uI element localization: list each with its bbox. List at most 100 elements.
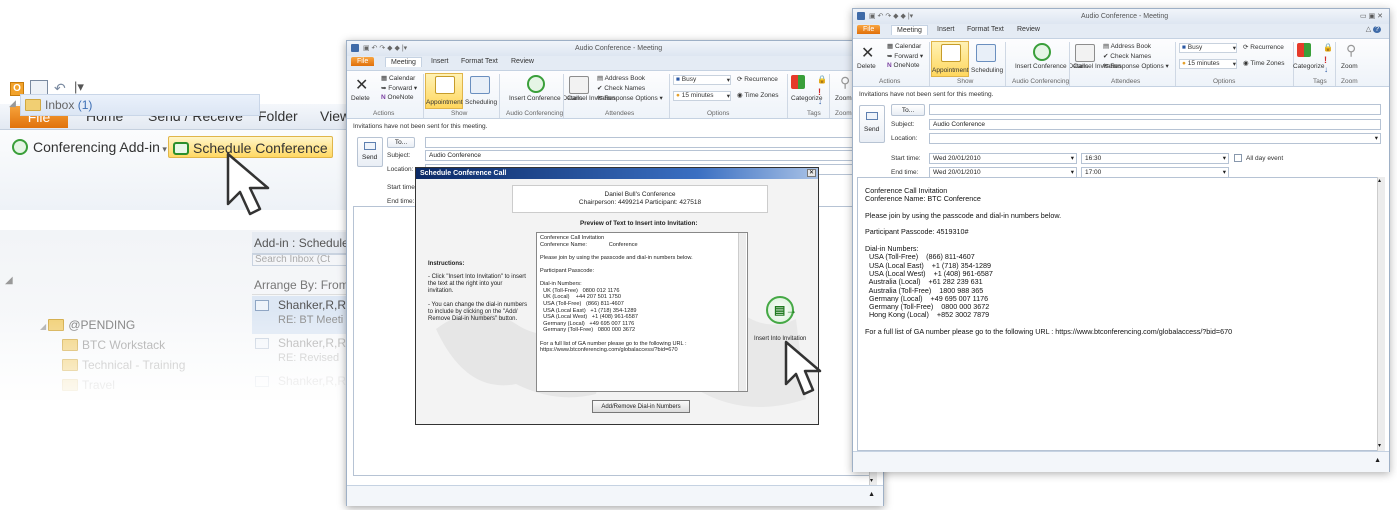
window-controls[interactable]: ▭ ▣ ✕: [1360, 9, 1383, 24]
expand-arrow-icon[interactable]: ◢: [9, 98, 16, 109]
response-options-button[interactable]: ✉ Response Options ▾: [1103, 62, 1169, 70]
preview-scrollbar[interactable]: [738, 233, 746, 391]
low-importance-icon[interactable]: ↓: [1324, 65, 1328, 74]
mail-item[interactable]: Shanker,R,R RE: BT Meeti: [252, 296, 352, 334]
quick-access-icons[interactable]: ▣ ↶ ↷ ◆ ◆ |▾: [869, 9, 913, 24]
mail-item[interactable]: Shanker,R,R RE: Revised: [252, 334, 352, 372]
forward-button[interactable]: ➥ Forward ▾: [381, 84, 417, 92]
time-zones-button[interactable]: ◉ Time Zones: [1243, 59, 1284, 67]
private-icon[interactable]: 🔒: [1323, 43, 1333, 52]
inbox-folder-selected[interactable]: ◢ Inbox (1): [9, 94, 260, 116]
address-book-button[interactable]: ▤ Address Book: [597, 74, 645, 82]
cancel-invitation-icon[interactable]: [569, 76, 589, 94]
high-importance-icon[interactable]: !: [1324, 55, 1327, 65]
to-button[interactable]: To...: [891, 104, 925, 116]
invitation-preview-text[interactable]: Conference Call Invitation Conference Na…: [536, 232, 748, 392]
onenote-button[interactable]: N OneNote: [887, 62, 920, 69]
to-field[interactable]: [425, 137, 875, 148]
reminder-select[interactable]: ● 15 minutes ▾: [1179, 59, 1237, 69]
check-names-button[interactable]: ✔ Check Names: [1103, 52, 1151, 60]
quick-access-icons[interactable]: ▣ ↶ ↷ ◆ ◆ |▾: [363, 41, 407, 56]
add-remove-dialin-button[interactable]: Add/Remove Dial-in Numbers: [592, 400, 690, 413]
cancel-invitation-icon[interactable]: [1075, 44, 1095, 62]
tab-review[interactable]: Review: [1017, 26, 1040, 33]
cancel-invitation-label[interactable]: Cancel Invitation: [567, 95, 615, 102]
scheduling-label[interactable]: Scheduling: [971, 67, 1003, 74]
check-names-button[interactable]: ✔ Check Names: [597, 84, 645, 92]
high-importance-icon[interactable]: !: [818, 87, 821, 97]
body-scrollbar[interactable]: ▴ ▾: [1377, 177, 1385, 451]
expand-people-pane-icon[interactable]: ▲: [868, 491, 875, 498]
time-zones-button[interactable]: ◉ Time Zones: [737, 91, 778, 99]
tab-format-text[interactable]: Format Text: [967, 26, 1004, 33]
folder-travel[interactable]: Travel: [62, 378, 115, 392]
location-field[interactable]: ▾: [929, 133, 1381, 144]
categorize-icon[interactable]: [791, 75, 805, 89]
to-button[interactable]: To...: [387, 137, 415, 148]
tab-file[interactable]: File: [857, 25, 881, 34]
start-time-field[interactable]: 16:30 ▾: [1081, 153, 1229, 164]
zoom-icon[interactable]: ⚲: [1346, 42, 1356, 59]
cancel-invitation-label[interactable]: Cancel Invitation: [1073, 63, 1121, 70]
folder-technical-training[interactable]: Technical - Training: [62, 358, 185, 372]
reminder-select[interactable]: ● 15 minutes ▾: [673, 91, 731, 101]
delete-icon[interactable]: ✕: [861, 43, 874, 63]
folder-btc-workstack[interactable]: BTC Workstack: [62, 338, 165, 352]
collapse-arrow-icon[interactable]: ◢: [5, 275, 13, 286]
tab-meeting[interactable]: Meeting: [385, 57, 422, 67]
scroll-down-icon[interactable]: ▾: [1378, 442, 1381, 449]
scheduling-icon[interactable]: [976, 44, 996, 62]
recurrence-button[interactable]: ⟳ Recurrence: [737, 75, 778, 83]
zoom-label[interactable]: Zoom: [835, 95, 852, 102]
calendar-button[interactable]: ▦ Calendar: [887, 42, 921, 50]
tab-insert[interactable]: Insert: [431, 58, 449, 65]
tab-file[interactable]: File: [351, 57, 375, 66]
tab-format-text[interactable]: Format Text: [461, 58, 498, 65]
private-icon[interactable]: 🔒: [817, 75, 827, 84]
calendar-button[interactable]: ▦ Calendar: [381, 74, 415, 82]
to-field[interactable]: [929, 104, 1381, 115]
address-book-button[interactable]: ▤ Address Book: [1103, 42, 1151, 50]
response-options-button[interactable]: ✉ Response Options ▾: [597, 94, 663, 102]
tab-review[interactable]: Review: [511, 58, 534, 65]
categorize-icon[interactable]: [1297, 43, 1311, 57]
show-as-select[interactable]: ■ Busy ▾: [1179, 43, 1237, 53]
scroll-down-icon[interactable]: ▾: [870, 477, 873, 484]
low-importance-icon[interactable]: ↓: [818, 97, 822, 106]
zoom-label[interactable]: Zoom: [1341, 63, 1358, 70]
delete-label[interactable]: Delete: [857, 63, 876, 70]
customize-qat-icon[interactable]: |▾: [74, 79, 84, 95]
tab-meeting[interactable]: Meeting: [891, 25, 928, 35]
scheduling-icon[interactable]: [470, 76, 490, 94]
tab-insert[interactable]: Insert: [937, 26, 955, 33]
arrange-by-header[interactable]: Arrange By: From: [252, 275, 352, 295]
send-button[interactable]: Send: [357, 137, 383, 167]
delete-icon[interactable]: ✕: [355, 75, 368, 95]
help-icon[interactable]: △ ?: [1366, 25, 1381, 33]
send-button[interactable]: Send: [859, 105, 885, 143]
mail-item[interactable]: Shanker,R,R: [252, 372, 352, 396]
all-day-checkbox[interactable]: [1234, 154, 1242, 162]
insert-conference-icon[interactable]: [527, 75, 545, 93]
onenote-button[interactable]: N OneNote: [381, 94, 414, 101]
insert-into-invitation-button[interactable]: ▤→: [766, 296, 797, 324]
invitation-body-text[interactable]: Conference Call Invitation Conference Na…: [865, 186, 1232, 336]
search-inbox-input[interactable]: Search Inbox (Ct: [252, 254, 352, 266]
forward-button[interactable]: ➥ Forward ▾: [887, 52, 923, 60]
delete-label[interactable]: Delete: [351, 95, 370, 102]
categorize-label[interactable]: Categorize: [1293, 63, 1324, 70]
start-date-field[interactable]: Wed 20/01/2010 ▾: [929, 153, 1077, 164]
scheduling-label[interactable]: Scheduling: [465, 99, 497, 106]
recurrence-button[interactable]: ⟳ Recurrence: [1243, 43, 1284, 51]
folder-pending[interactable]: ◢ @PENDING: [40, 318, 135, 332]
conferencing-addin-button[interactable]: Conferencing Add-in ▾: [12, 136, 167, 158]
subject-field[interactable]: Audio Conference: [425, 150, 875, 161]
zoom-icon[interactable]: ⚲: [840, 74, 850, 91]
show-as-select[interactable]: ■ Busy ▾: [673, 75, 731, 85]
dialog-close-button[interactable]: ✕: [807, 169, 816, 177]
scroll-up-icon[interactable]: ▴: [1378, 177, 1381, 184]
insert-conference-icon[interactable]: [1033, 43, 1051, 61]
expand-people-pane-icon[interactable]: ▲: [1374, 457, 1381, 464]
tab-folder[interactable]: Folder: [258, 108, 298, 124]
subject-field[interactable]: Audio Conference: [929, 119, 1381, 130]
